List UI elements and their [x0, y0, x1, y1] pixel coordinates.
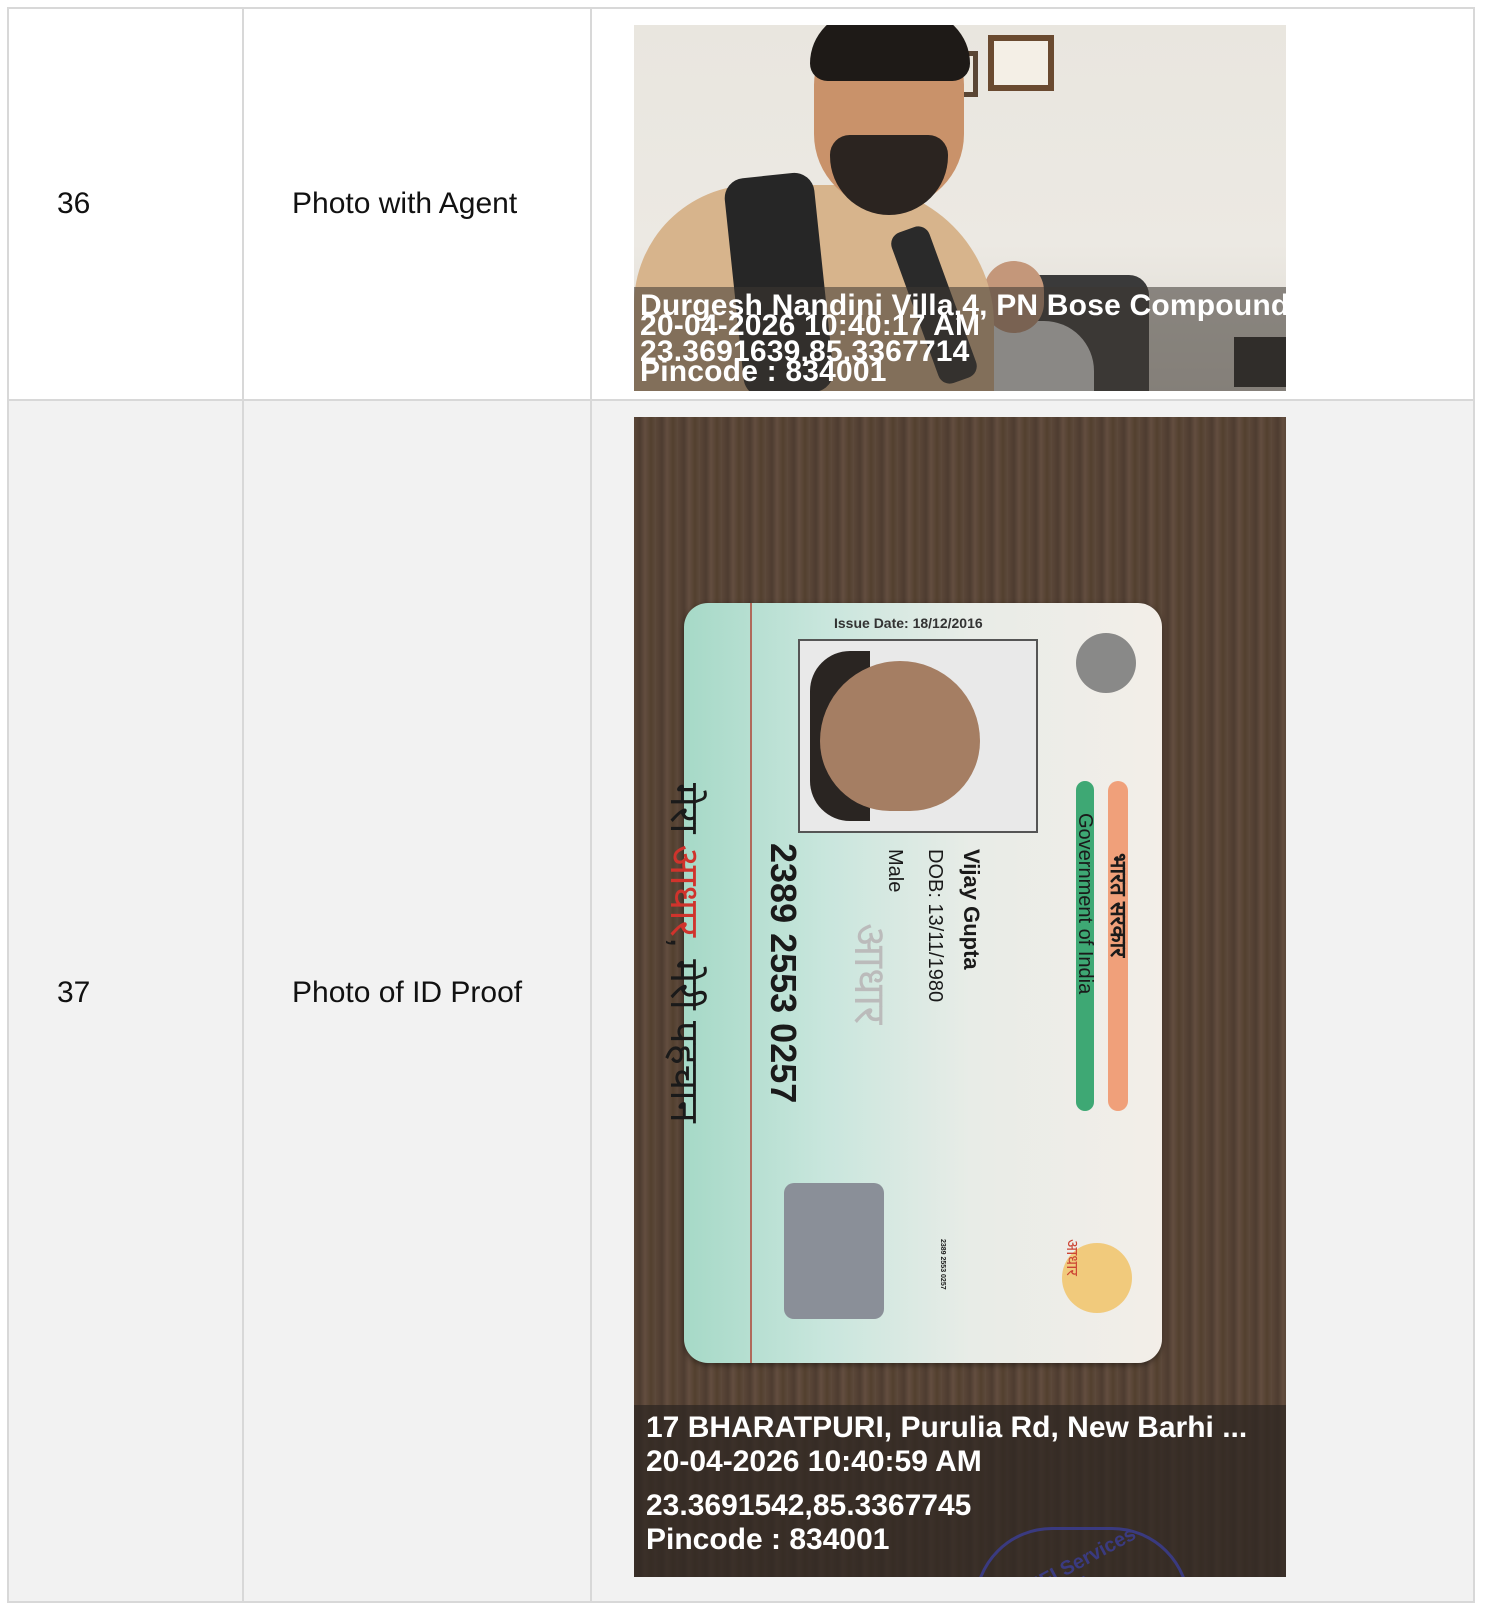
overlay-pincode: Pincode : 834001	[646, 1523, 890, 1556]
table-row: 36 Photo with Agent Durgesh Nandini Vill…	[9, 9, 1475, 401]
aadhaar-logo-text: आधार	[1063, 1239, 1080, 1276]
overlay-datetime: 20-04-2026 10:40:59 AM	[646, 1445, 982, 1478]
holder-gender: Male	[884, 849, 906, 893]
overlay-address: 17 BHARATPURI, Purulia Rd, New Barhi ...	[646, 1411, 1248, 1444]
label-cell: Photo of ID Proof	[244, 401, 592, 1601]
image-cell: Issue Date: 18/12/2016 भारत सरकार Govern…	[592, 401, 1475, 1601]
agent-photo[interactable]: Durgesh Nandini Villa,4, PN Bose Compoun…	[634, 25, 1286, 391]
government-of-india: Government of India	[1074, 813, 1096, 995]
serial-cell: 37	[9, 401, 244, 1601]
label-cell: Photo with Agent	[244, 9, 592, 399]
slogan-highlight: आधार	[662, 844, 706, 937]
aadhaar-number: 2389 2553 0257	[763, 843, 804, 1104]
serial-cell: 36	[9, 9, 244, 399]
evidence-table: 36 Photo with Agent Durgesh Nandini Vill…	[7, 7, 1475, 1603]
holder-name: Vijay Gupta	[959, 849, 984, 970]
aadhaar-watermark: आधार	[845, 923, 894, 1025]
row-label: Photo with Agent	[292, 187, 518, 220]
image-cell: Durgesh Nandini Villa,4, PN Bose Compoun…	[592, 9, 1475, 399]
overlay-coords: 23.3691542,85.3367745	[646, 1489, 972, 1522]
holder-dob: DOB: 13/11/1980	[924, 849, 946, 1003]
slogan-part: , मेरी पहचान	[662, 936, 706, 1123]
serial-number: 36	[57, 187, 91, 220]
wall-certificate	[988, 35, 1054, 91]
slogan-part: मेरा	[662, 783, 706, 845]
person-hair	[810, 25, 970, 81]
serial-number: 37	[57, 976, 91, 1009]
slogan: मेरा आधार, मेरी पहचान	[659, 783, 714, 1123]
card-divider	[750, 603, 752, 1363]
card-portrait	[798, 639, 1038, 833]
small-number: 2389 2553 0257	[939, 1239, 946, 1290]
issue-date: Issue Date: 18/12/2016	[834, 615, 983, 631]
table-row: 37 Photo of ID Proof Issue Date: 18/12/2…	[9, 401, 1475, 1603]
overlay-pincode: Pincode : 834001	[640, 355, 887, 388]
row-label: Photo of ID Proof	[292, 976, 523, 1009]
hologram-icon	[784, 1183, 884, 1319]
id-proof-photo[interactable]: Issue Date: 18/12/2016 भारत सरकार Govern…	[634, 417, 1286, 1577]
hindi-government: भारत सरकार	[1106, 853, 1131, 958]
aadhaar-card: Issue Date: 18/12/2016 भारत सरकार Govern…	[662, 603, 1162, 1363]
emblem-icon	[1076, 633, 1136, 693]
